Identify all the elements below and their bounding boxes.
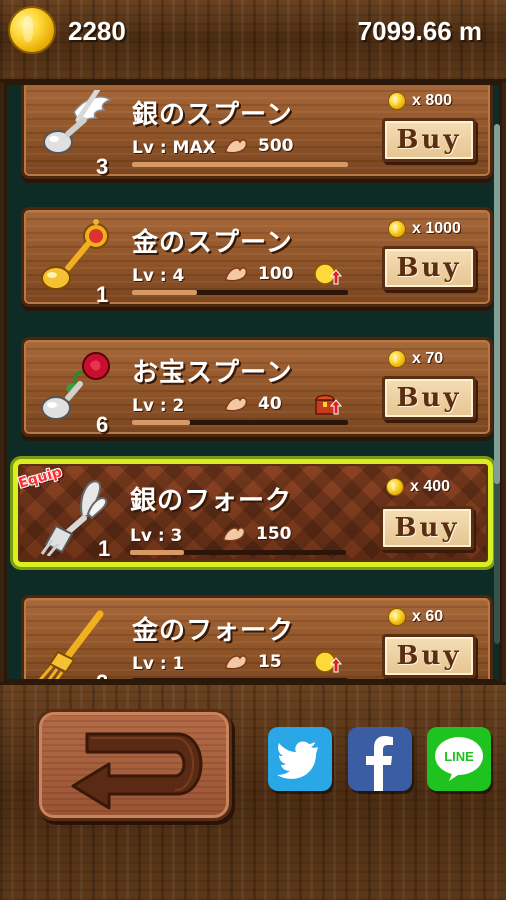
- muscle-arm-icon: [225, 139, 248, 154]
- coin-icon: [388, 608, 406, 626]
- level-progress-bar: [130, 550, 346, 555]
- item-price: x 70: [388, 350, 443, 368]
- item-count: 1: [98, 536, 111, 561]
- line-share-button[interactable]: LINE: [427, 727, 491, 791]
- shop-item-silver-spoon: 3 銀のスプーン Lv : MAX 500 x 800 Buy: [21, 85, 493, 179]
- item-power: 40: [224, 394, 282, 414]
- item-power: 500: [224, 136, 294, 156]
- bottom-bar: LINE: [0, 682, 506, 900]
- item-price-value: x 800: [412, 92, 453, 109]
- item-power-value: 40: [258, 394, 282, 414]
- item-name: 金のフォーク: [132, 616, 295, 646]
- coin-count: 2280: [68, 16, 126, 46]
- item-count: 6: [96, 412, 109, 437]
- item-power: 100: [224, 264, 294, 284]
- distance-readout: 7099.66 m: [357, 16, 482, 46]
- level-progress-bar: [132, 290, 348, 295]
- buy-button[interactable]: Buy: [382, 376, 476, 420]
- muscle-arm-icon: [223, 527, 246, 542]
- item-price-value: x 400: [410, 478, 451, 495]
- facebook-share-button[interactable]: [348, 727, 412, 791]
- shop-item-treasure-spoon: 6 お宝スプーン Lv : 2 40 x 70 Buy: [21, 337, 493, 437]
- item-price-value: x 70: [412, 350, 444, 367]
- item-level: Lv : 2: [132, 396, 185, 416]
- item-count: 2: [96, 670, 108, 679]
- coin-icon: [388, 350, 406, 368]
- level-progress-bar: [132, 420, 348, 425]
- buy-button[interactable]: Buy: [382, 246, 476, 290]
- coin-icon: [8, 6, 56, 54]
- item-price: x 400: [386, 478, 450, 496]
- level-progress-fill: [132, 290, 197, 295]
- coin-icon: [386, 478, 404, 496]
- item-count: 3: [96, 154, 109, 179]
- item-level: Lv : 1: [132, 654, 185, 674]
- item-power-value: 150: [256, 524, 292, 544]
- shop-item-gold-fork: 2 金のフォーク Lv : 1 15 x 60 Buy: [21, 595, 493, 679]
- item-name: 銀のフォーク: [130, 486, 293, 516]
- item-name: 金のスプーン: [132, 228, 293, 258]
- item-name: 銀のスプーン: [132, 100, 293, 130]
- buy-button[interactable]: Buy: [382, 118, 476, 162]
- line-label: LINE: [444, 749, 474, 764]
- twitter-bird-icon: [277, 741, 318, 779]
- buy-button[interactable]: Buy: [380, 506, 474, 550]
- level-progress-fill: [130, 550, 184, 555]
- top-bar: 2280 7099.66 m: [0, 0, 506, 82]
- item-price: x 800: [388, 92, 452, 110]
- muscle-arm-icon: [225, 655, 248, 670]
- item-name: お宝スプーン: [132, 358, 293, 388]
- coin-boost-icon: [314, 651, 342, 673]
- item-power: 150: [222, 524, 292, 544]
- back-button[interactable]: [36, 709, 232, 821]
- item-level: Lv : 4: [132, 266, 185, 286]
- item-power: 15: [224, 652, 282, 672]
- item-price: x 1000: [388, 220, 461, 238]
- scrollbar-thumb[interactable]: [494, 124, 500, 484]
- item-price-value: x 1000: [412, 220, 461, 237]
- twitter-share-button[interactable]: [268, 727, 332, 791]
- item-level: Lv : MAX: [132, 138, 216, 158]
- facebook-f-icon: [366, 736, 393, 791]
- item-power-value: 15: [258, 652, 282, 672]
- coin-icon: [388, 220, 406, 238]
- item-level: Lv : 3: [130, 526, 183, 546]
- item-price: x 60: [388, 608, 443, 626]
- level-progress-fill: [132, 420, 191, 425]
- line-icon: LINE: [435, 737, 483, 781]
- coin-boost-icon: [314, 263, 342, 285]
- list-scrollbar[interactable]: [494, 124, 500, 644]
- muscle-arm-icon: [225, 267, 248, 282]
- item-power-value: 500: [258, 136, 294, 156]
- level-progress-bar: [132, 162, 348, 167]
- muscle-arm-icon: [225, 397, 248, 412]
- item-shop-list[interactable]: 3 銀のスプーン Lv : MAX 500 x 800 Buy 1 金のスプーン…: [4, 82, 502, 682]
- shop-item-gold-spoon: 1 金のスプーン Lv : 4 100 x 1000 Buy: [21, 207, 493, 307]
- level-progress-fill: [132, 162, 348, 167]
- item-count: 1: [96, 282, 109, 307]
- back-arrow-icon: [71, 732, 203, 810]
- item-power-value: 100: [258, 264, 294, 284]
- treasure-boost-icon: [315, 394, 342, 415]
- coin-icon: [388, 92, 406, 110]
- shop-item-silver-fork: Equip 1 銀のフォーク Lv : 3 150 x 400 Buy: [13, 459, 493, 567]
- item-price-value: x 60: [412, 608, 444, 625]
- buy-button[interactable]: Buy: [382, 634, 476, 678]
